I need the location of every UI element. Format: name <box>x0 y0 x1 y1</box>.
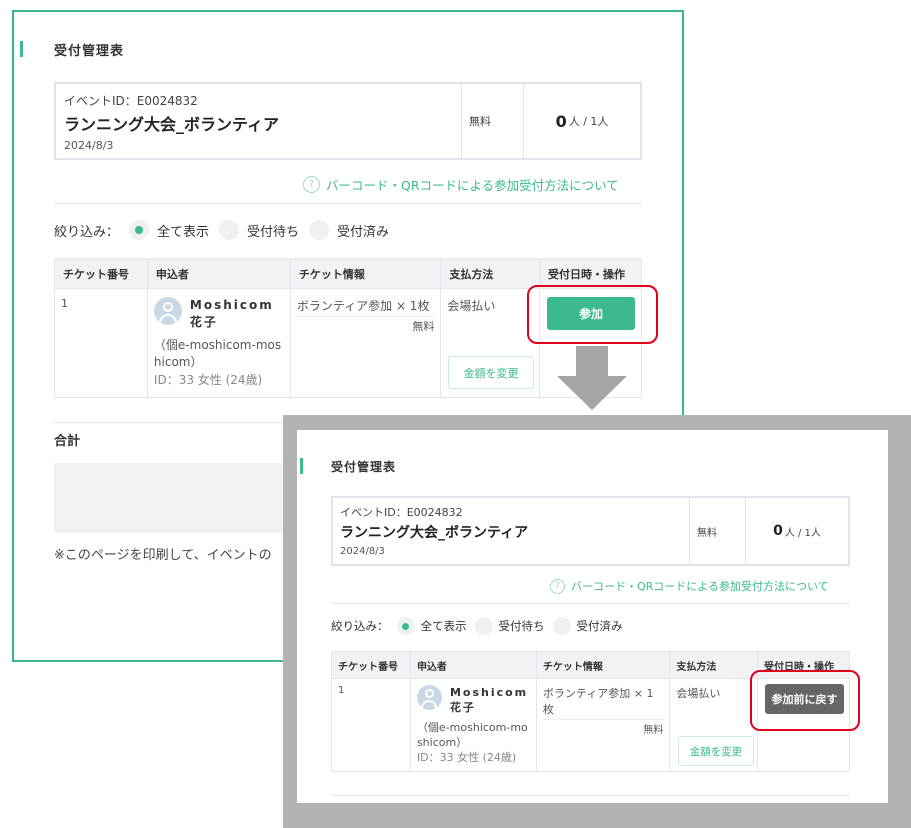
event-id: イベントID：E0024832 <box>64 94 198 108</box>
arrow-down-icon <box>557 346 627 410</box>
participant-count-value: 0 <box>773 523 783 539</box>
applicant-meta: ID：33 女性 (24歳) <box>153 373 263 387</box>
header-action: 受付日時・操作 <box>539 258 642 289</box>
ticket-line: ボランティア参加 × 1枚 <box>296 299 430 313</box>
divider <box>331 795 850 796</box>
title-accent-bar <box>20 41 23 57</box>
event-summary: イベントID：E0024832 ランニング大会_ボランティア 2024/8/3 … <box>54 82 642 160</box>
highlight-box <box>750 670 860 731</box>
help-link-text: バーコード・QRコードによる参加受付方法について <box>571 580 829 593</box>
applicant-name: Moshicom 花子 <box>189 298 274 329</box>
applicant-corp: （個e-moshicom-moshicom） <box>416 721 528 749</box>
participant-count-value: 0 <box>555 111 567 131</box>
filter-option-all[interactable]: 全て表示 <box>421 618 467 634</box>
radio-selected-dot <box>135 226 144 234</box>
filter-option-waiting[interactable]: 受付待ち <box>499 618 545 634</box>
radio-done[interactable] <box>309 220 330 240</box>
radio-selected-dot <box>402 622 409 630</box>
print-note: ※このページを印刷して、イベントの <box>54 548 272 563</box>
filter-bar: 絞り込み： 全て表示 受付待ち 受付済み <box>54 220 389 240</box>
event-summary: イベントID：E0024832 ランニング大会_ボランティア 2024/8/3 … <box>331 496 850 566</box>
applicant: Moshicom 花子 （個e-moshicom-moshicom） ID：33… <box>153 297 284 389</box>
avatar <box>416 685 442 710</box>
filter-option-waiting[interactable]: 受付待ち <box>247 221 299 240</box>
ticket-price: 無料 <box>542 719 664 736</box>
applicant-name: Moshicom 花子 <box>449 686 529 714</box>
radio-all[interactable] <box>396 617 415 635</box>
filter-option-all[interactable]: 全て表示 <box>157 221 209 240</box>
event-date: 2024/8/3 <box>64 139 114 152</box>
header-payment: 支払方法 <box>669 651 759 679</box>
applicant: Moshicom 花子 （個e-moshicom-moshicom） ID：33… <box>416 685 530 765</box>
participant-count-total: 人 / 1人 <box>568 115 609 128</box>
header-ticket-number: チケット番号 <box>331 651 411 679</box>
change-amount-button[interactable]: 金額を変更 <box>448 356 534 389</box>
payment-method: 会場払い <box>676 687 721 700</box>
page-title: 受付管理表 <box>54 44 125 59</box>
divider <box>331 603 850 604</box>
filter-option-done[interactable]: 受付済み <box>337 221 389 240</box>
filter-option-done[interactable]: 受付済み <box>577 618 623 634</box>
event-date: 2024/8/3 <box>340 546 385 557</box>
participant-count: 0 人 / 1人 <box>524 84 640 158</box>
header-payment: 支払方法 <box>440 258 541 289</box>
ticket-line: ボランティア参加 × 1枚 <box>542 687 654 716</box>
table-header-row: チケット番号 申込者 チケット情報 支払方法 受付日時・操作 <box>54 258 642 289</box>
radio-done[interactable] <box>552 617 571 635</box>
payment-method: 会場払い <box>447 299 496 313</box>
header-applicant: 申込者 <box>146 258 291 289</box>
radio-waiting[interactable] <box>474 617 493 635</box>
ticket-price: 無料 <box>296 316 435 334</box>
event-info: イベントID：E0024832 ランニング大会_ボランティア 2024/8/3 <box>56 84 462 158</box>
participant-count-total: 人 / 1人 <box>784 527 821 539</box>
cell-applicant: Moshicom 花子 （個e-moshicom-moshicom） ID：33… <box>409 678 537 772</box>
help-link[interactable]: ? バーコード・QRコードによる参加受付方法について <box>303 175 619 194</box>
highlight-box <box>527 285 658 344</box>
question-icon: ? <box>303 176 320 193</box>
event-name: ランニング大会_ボランティア <box>340 525 529 541</box>
event-price: 無料 <box>462 84 524 158</box>
header-ticket-number: チケット番号 <box>54 258 148 289</box>
avatar <box>153 297 182 325</box>
after-panel: 受付管理表 イベントID：E0024832 ランニング大会_ボランティア 202… <box>297 430 888 803</box>
filter-label: 絞り込み： <box>331 619 389 633</box>
event-info: イベントID：E0024832 ランニング大会_ボランティア 2024/8/3 <box>333 498 690 564</box>
cell-ticket-number: 1 <box>331 678 411 772</box>
header-applicant: 申込者 <box>409 651 537 679</box>
filter-label: 絞り込み： <box>54 224 120 240</box>
title-accent-bar <box>300 458 303 474</box>
radio-waiting[interactable] <box>219 220 240 240</box>
change-amount-button[interactable]: 金額を変更 <box>678 736 754 766</box>
cell-ticket-number: 1 <box>54 288 148 398</box>
page-title: 受付管理表 <box>331 460 397 474</box>
header-ticket-info: チケット情報 <box>535 651 671 679</box>
question-icon: ? <box>550 578 565 594</box>
cell-applicant: Moshicom 花子 （個e-moshicom-moshicom） ID：33… <box>146 288 291 398</box>
cell-ticket-info: ボランティア参加 × 1枚 無料 <box>535 678 671 772</box>
radio-all[interactable] <box>129 220 150 240</box>
applicant-corp: （個e-moshicom-moshicom） <box>153 338 282 369</box>
help-link[interactable]: ? バーコード・QRコードによる参加受付方法について <box>550 578 829 594</box>
header-ticket-info: チケット情報 <box>289 258 442 289</box>
participant-count: 0 人 / 1人 <box>746 498 848 564</box>
total-label: 合計 <box>54 434 81 449</box>
help-link-text: バーコード・QRコードによる参加受付方法について <box>326 178 619 193</box>
applicant-meta: ID：33 女性 (24歳) <box>416 751 517 764</box>
event-name: ランニング大会_ボランティア <box>64 115 280 134</box>
filter-bar: 絞り込み： 全て表示 受付待ち 受付済み <box>331 617 623 635</box>
event-id: イベントID：E0024832 <box>340 506 463 519</box>
divider <box>54 203 642 204</box>
cell-ticket-info: ボランティア参加 × 1枚 無料 <box>289 288 442 398</box>
event-price: 無料 <box>690 498 746 564</box>
